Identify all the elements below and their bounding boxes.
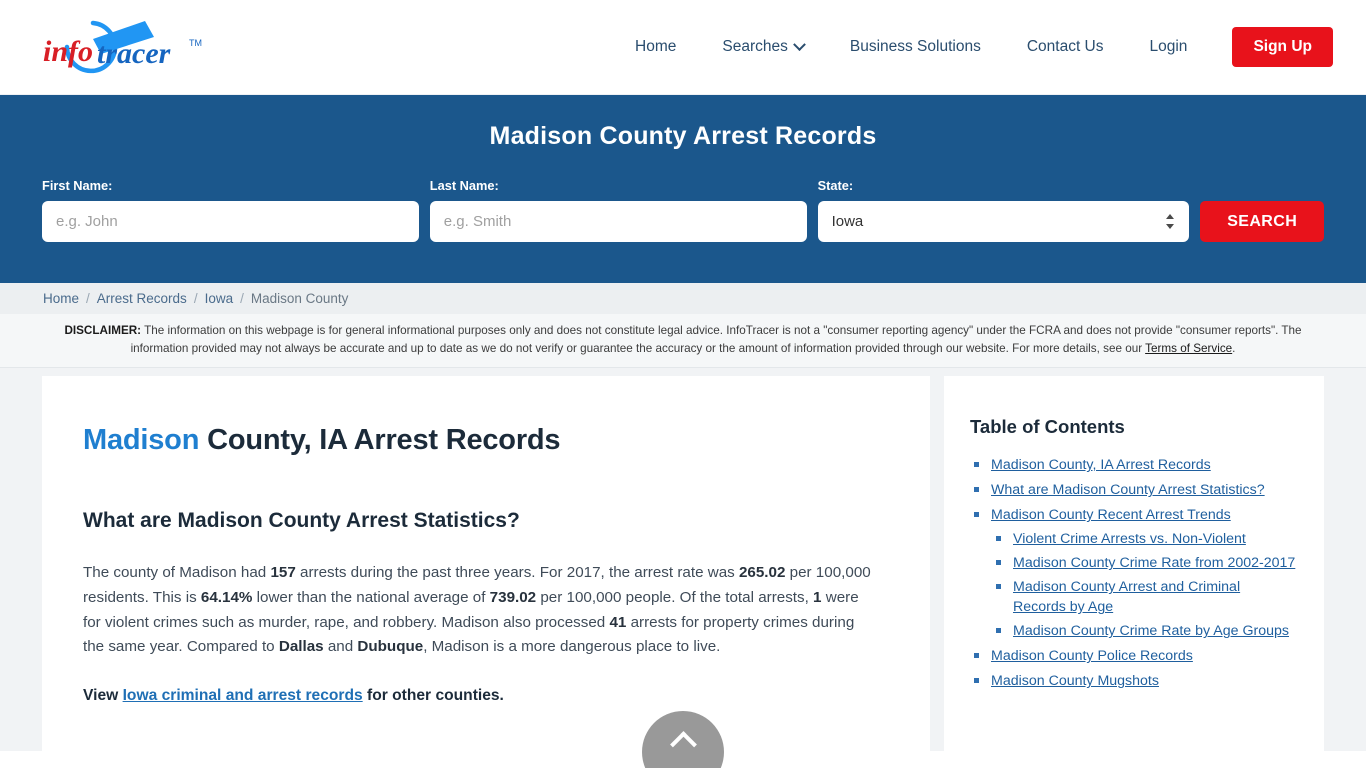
section-heading-statistics: What are Madison County Arrest Statistic… xyxy=(83,509,520,533)
search-button[interactable]: SEARCH xyxy=(1200,201,1324,242)
first-name-label: First Name: xyxy=(42,178,113,193)
nav-item-label: Home xyxy=(635,38,677,55)
toc-link-crime-rate-by-age-groups[interactable]: Madison County Crime Rate by Age Groups xyxy=(1013,623,1289,639)
compare-county-a: Dallas xyxy=(278,638,324,656)
page-body: Madison County, IA Arrest Records What a… xyxy=(0,368,1366,752)
toc-item: Madison County, IA Arrest Records xyxy=(970,455,1296,475)
state-field-group: State: Iowa xyxy=(817,178,1190,242)
iowa-records-link[interactable]: Iowa criminal and arrest records xyxy=(123,687,363,704)
breadcrumb: Home / Arrest Records / Iowa / Madison C… xyxy=(0,283,1366,314)
toc-subitem: Violent Crime Arrests vs. Non-Violent xyxy=(991,529,1296,549)
nav-item-label: Login xyxy=(1149,38,1188,55)
breadcrumb-item-arrest-records[interactable]: Arrest Records xyxy=(97,291,187,306)
nav-item-searches[interactable]: Searches xyxy=(699,37,826,56)
page-title-highlight: Madison xyxy=(83,424,200,457)
first-name-field-group: First Name: xyxy=(42,178,419,242)
toc-subitem: Madison County Crime Rate from 2002-2017 xyxy=(991,553,1296,573)
toc-item: Madison County Recent Arrest Trends Viol… xyxy=(970,505,1296,641)
toc-link-mugshots[interactable]: Madison County Mugshots xyxy=(991,673,1159,689)
table-of-contents-card: Table of Contents Madison County, IA Arr… xyxy=(944,376,1324,752)
stat-arrest-rate: 265.02 xyxy=(738,564,786,582)
toc-item: What are Madison County Arrest Statistic… xyxy=(970,480,1296,500)
svg-text:info: info xyxy=(43,35,93,68)
stat-violent-count: 1 xyxy=(813,588,822,606)
para-seg: The county of Madison had xyxy=(83,564,271,582)
page-title: Madison County, IA Arrest Records xyxy=(83,424,884,457)
para-seg: lower than the national average of xyxy=(252,588,490,606)
disclaimer-bar: DISCLAIMER: The information on this webp… xyxy=(0,314,1366,369)
para-seg: and xyxy=(323,638,358,656)
view-other-counties-line: View Iowa criminal and arrest records fo… xyxy=(83,687,884,705)
state-select[interactable]: Iowa xyxy=(817,201,1190,242)
sign-up-button[interactable]: Sign Up xyxy=(1232,27,1333,67)
last-name-label: Last Name: xyxy=(429,178,499,193)
chevron-up-icon xyxy=(669,731,697,759)
toc-link-records-by-age[interactable]: Madison County Arrest and Criminal Recor… xyxy=(1013,579,1240,615)
toc-link-crime-rate-2002-2017[interactable]: Madison County Crime Rate from 2002-2017 xyxy=(1013,555,1295,571)
toc-list: Madison County, IA Arrest Records What a… xyxy=(970,455,1296,691)
nav-item-label: Business Solutions xyxy=(849,38,981,55)
nav-item-login[interactable]: Login xyxy=(1127,38,1211,56)
state-label: State: xyxy=(817,178,854,193)
breadcrumb-separator: / xyxy=(240,291,244,306)
stat-property-count: 41 xyxy=(609,613,627,631)
toc-link-violent-vs-nonviolent[interactable]: Violent Crime Arrests vs. Non-Violent xyxy=(1013,531,1246,547)
nav-item-contact-us[interactable]: Contact Us xyxy=(1004,38,1127,56)
para-seg: , Madison is a more dangerous place to l… xyxy=(423,638,721,656)
toc-item: Madison County Mugshots xyxy=(970,671,1296,691)
nav-item-business-solutions[interactable]: Business Solutions xyxy=(827,38,1004,56)
stat-arrests-total: 157 xyxy=(270,564,296,582)
page-title-rest: County, IA Arrest Records xyxy=(199,424,561,457)
breadcrumb-separator: / xyxy=(193,291,198,306)
view-prefix: View xyxy=(83,686,123,704)
chevron-down-icon xyxy=(792,37,806,51)
toc-sublist: Violent Crime Arrests vs. Non-Violent Ma… xyxy=(991,529,1296,641)
para-seg: per 100,000 people. Of the total arrests… xyxy=(536,588,814,606)
para-seg: arrests during the past three years. For… xyxy=(295,564,739,582)
disclaimer-tail: . xyxy=(1232,342,1236,356)
search-form: First Name: Last Name: State: Iowa SEARC… xyxy=(42,178,1324,242)
nav-item-label: Searches xyxy=(722,38,788,55)
breadcrumb-item-current: Madison County xyxy=(250,291,349,306)
first-name-input[interactable] xyxy=(42,201,419,242)
disclaimer-label: DISCLAIMER: xyxy=(64,324,142,337)
search-banner: Madison County Arrest Records First Name… xyxy=(0,95,1366,283)
stat-percent-lower: 64.14% xyxy=(200,588,253,606)
svg-text:tracer: tracer xyxy=(97,37,171,70)
banner-title: Madison County Arrest Records xyxy=(489,122,877,150)
nav-item-label: Contact Us xyxy=(1026,38,1104,55)
main-content-card: Madison County, IA Arrest Records What a… xyxy=(42,376,930,752)
disclaimer-text: The information on this webpage is for g… xyxy=(130,324,1302,356)
toc-subitem: Madison County Arrest and Criminal Recor… xyxy=(991,577,1296,617)
site-header: info tracer TM Home Searches Business So… xyxy=(0,0,1366,95)
breadcrumb-item-home[interactable]: Home xyxy=(43,291,79,306)
toc-link-recent-arrest-trends[interactable]: Madison County Recent Arrest Trends xyxy=(991,507,1231,523)
terms-of-service-link[interactable]: Terms of Service xyxy=(1145,342,1232,355)
stat-national-average: 739.02 xyxy=(489,588,537,606)
last-name-field-group: Last Name: xyxy=(429,178,807,242)
statistics-paragraph: The county of Madison had 157 arrests du… xyxy=(83,561,878,660)
svg-text:TM: TM xyxy=(189,38,202,48)
toc-link-arrest-statistics[interactable]: What are Madison County Arrest Statistic… xyxy=(991,482,1265,498)
toc-link-arrest-records[interactable]: Madison County, IA Arrest Records xyxy=(991,457,1211,473)
toc-subitem: Madison County Crime Rate by Age Groups xyxy=(991,621,1296,641)
toc-title: Table of Contents xyxy=(970,416,1125,438)
last-name-input[interactable] xyxy=(429,201,807,242)
compare-county-b: Dubuque xyxy=(357,638,424,656)
breadcrumb-item-iowa[interactable]: Iowa xyxy=(205,291,234,306)
nav-item-home[interactable]: Home xyxy=(612,38,699,56)
logo-mark: info tracer TM xyxy=(43,20,202,74)
infotracer-logo[interactable]: info tracer TM xyxy=(37,13,213,81)
view-suffix: for other counties. xyxy=(362,686,504,704)
breadcrumb-separator: / xyxy=(86,291,90,306)
toc-link-police-records[interactable]: Madison County Police Records xyxy=(991,648,1193,664)
toc-item: Madison County Police Records xyxy=(970,646,1296,666)
main-navigation: Home Searches Business Solutions Contact… xyxy=(612,27,1333,67)
